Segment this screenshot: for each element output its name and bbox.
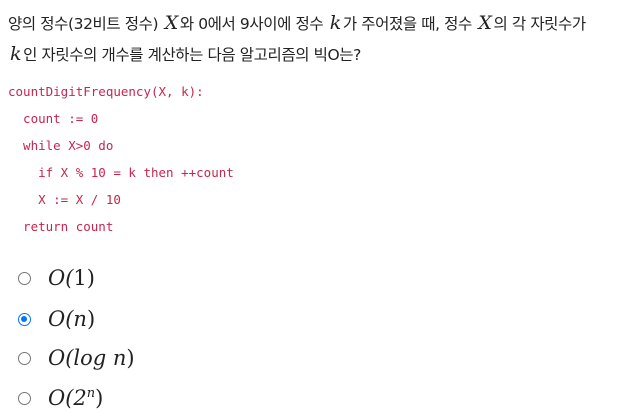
option-o-n[interactable]: O(n) bbox=[18, 303, 95, 335]
code-line: count := 0 bbox=[8, 111, 99, 126]
radio-button[interactable] bbox=[18, 351, 31, 365]
code-line: return count bbox=[8, 219, 114, 234]
code-line: while X>0 do bbox=[8, 138, 114, 153]
option-o-log-n[interactable]: O(log n) bbox=[18, 342, 135, 374]
question-segment: 가 주어졌을 때, 정수 bbox=[342, 15, 477, 33]
code-line: X := X / 10 bbox=[8, 192, 121, 207]
radio-button[interactable] bbox=[18, 391, 31, 405]
question-segment: 의 각 자릿수가 bbox=[493, 15, 587, 33]
question-text: 양의 정수(32비트 정수) X와 0에서 9사이에 정수 k가 주어졌을 때,… bbox=[8, 8, 634, 70]
radio-button[interactable] bbox=[18, 271, 31, 285]
radio-button[interactable] bbox=[18, 312, 31, 326]
math-variable-k: k bbox=[329, 12, 342, 34]
option-label: O(2n) bbox=[48, 386, 104, 410]
code-line: if X % 10 = k then ++count bbox=[8, 165, 234, 180]
option-label: O(n) bbox=[48, 307, 96, 331]
option-o-1[interactable]: O(1) bbox=[18, 262, 95, 294]
math-variable-x: X bbox=[478, 12, 492, 34]
question-segment: 와 0에서 9사이에 정수 bbox=[179, 15, 328, 33]
code-line: countDigitFrequency(X, k): bbox=[8, 84, 204, 99]
option-label: O(1) bbox=[48, 266, 95, 290]
math-variable-x: X bbox=[164, 12, 179, 34]
question-segment: 인 자릿수의 개수를 계산하는 다음 알고리즘의 빅O는? bbox=[23, 46, 361, 64]
option-label: O(log n) bbox=[48, 346, 135, 370]
question-segment: 양의 정수(32비트 정수) bbox=[8, 15, 163, 33]
option-o-2-n[interactable]: O(2n) bbox=[18, 382, 103, 414]
math-variable-k: k bbox=[10, 43, 22, 65]
